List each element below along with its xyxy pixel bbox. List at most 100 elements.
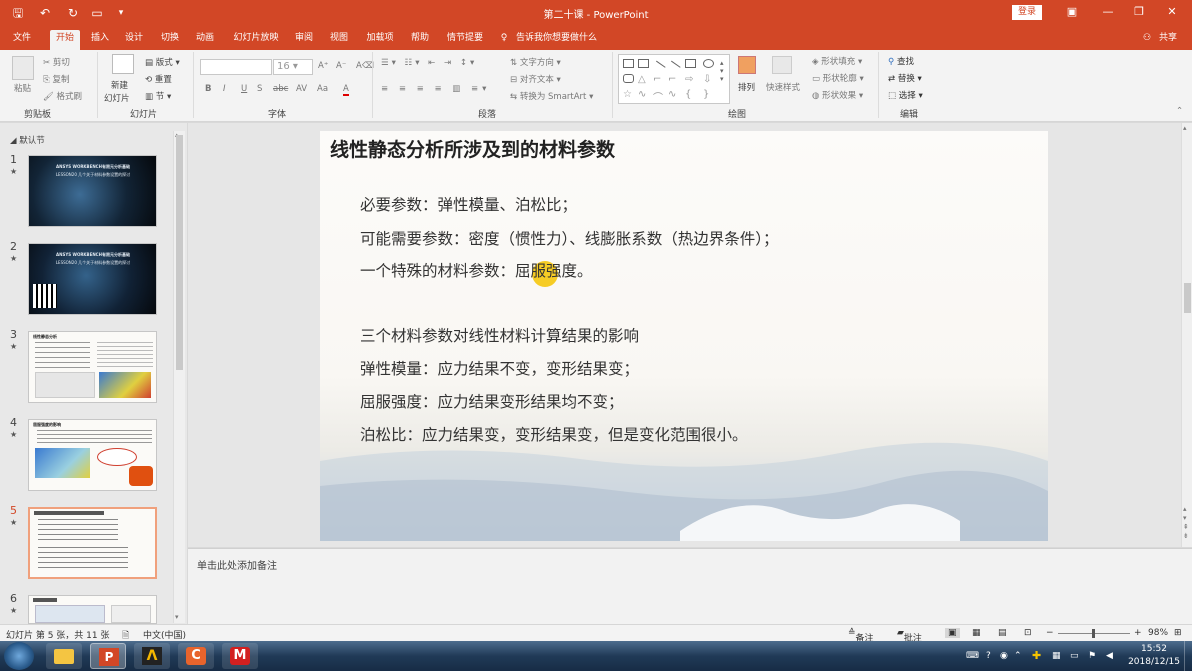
tab-animations[interactable]: 动画 [191,30,219,50]
share-button[interactable]: 共享 [1156,30,1180,50]
vertical-textbox-shape-icon[interactable] [638,59,649,68]
close-icon[interactable]: ✕ [1160,3,1184,21]
scroll-up-icon[interactable]: ▴ [1183,124,1187,132]
align-buttons[interactable]: ≡ ≡ ≡ ≡ ▥ ≡▾ [381,84,490,94]
line-shape-icon[interactable] [651,60,666,75]
slide-thumbnail-4[interactable]: 屈服强度的影响 [28,419,157,491]
login-button[interactable]: 登录 [1012,5,1042,20]
reading-view-icon[interactable]: ▤ [998,628,1007,638]
notes-pane[interactable]: 单击此处添加备注 [188,548,1192,624]
font-color-button[interactable]: A [343,84,349,96]
oval-shape-icon[interactable] [703,59,714,68]
format-painter-button[interactable]: 🖌 格式刷 [43,90,82,102]
new-slide-icon[interactable] [112,54,134,74]
slide-text-line[interactable]: 弹性模量：应力结果不变，变形结果变； [360,357,639,379]
tab-storyboarding[interactable]: 情节提要 [442,30,488,50]
textbox-shape-icon[interactable] [623,59,634,68]
change-case-button[interactable]: Aa [317,84,328,94]
tray-security-icon[interactable]: ✚ [1032,649,1041,662]
tab-design[interactable]: 设计 [120,30,148,50]
scrollbar-thumb[interactable] [1184,283,1191,313]
tab-file[interactable]: 文件 [8,30,36,50]
slideshow-view-icon[interactable]: ⊡ [1024,628,1032,638]
shadow-button[interactable]: S [257,84,262,94]
start-button-icon[interactable] [4,642,34,670]
find-button[interactable]: ⚲ 查找 [888,55,914,67]
triangle-shape-icon[interactable]: △ [638,74,649,85]
shape-fill-button[interactable]: ◈ 形状填充 ▾ [812,55,862,67]
text-direction-button[interactable]: ⇅ 文字方向 ▾ [510,56,561,68]
quick-styles-icon[interactable] [772,56,792,74]
tray-help-icon[interactable]: ? [986,651,991,661]
scrollbar-thumb[interactable] [176,135,183,370]
slide-thumbnail-5-selected[interactable] [28,507,157,579]
arrow-down-shape-icon[interactable]: ⇩ [703,74,714,85]
convert-smartart-button[interactable]: ⇆ 转换为 SmartArt ▾ [510,90,593,102]
shapes-gallery[interactable]: △ ⌐ ⌐ ⇨ ⇩ ☆ ∿ ⌒ ∿ { } ▴ ▾ ▾ [618,54,730,104]
italic-button[interactable]: I [223,84,226,94]
slide-text-line[interactable]: 可能需要参数：密度（惯性力）、线膨胀系数（热边界条件）； [360,227,779,249]
notes-placeholder[interactable]: 单击此处添加备注 [197,557,277,572]
cut-button[interactable]: ✂ 剪切 [43,56,70,68]
taskbar-ansys[interactable]: Λ [134,643,170,669]
clock-date[interactable]: 2018/12/15 [1124,657,1184,667]
tray-network-icon[interactable]: ▦ [1052,651,1061,661]
rectangle-shape-icon[interactable] [685,59,696,68]
slide-thumbnail-3[interactable]: 线性静态分析 [28,331,157,403]
slide-text-line[interactable]: 必要参数：弹性模量、泊松比； [360,193,577,215]
section-button[interactable]: ▥ 节 ▾ [145,90,171,102]
shrink-font-icon[interactable]: A⁻ [336,61,346,71]
shape-effects-button[interactable]: ◍ 形状效果 ▾ [812,89,863,101]
slide-sorter-icon[interactable]: ▦ [972,628,981,638]
tray-expand-icon[interactable]: ⌃ [1014,651,1022,661]
slide-title[interactable]: 线性静态分析所涉及到的材料参数 [330,135,615,162]
tab-transitions[interactable]: 切换 [156,30,184,50]
normal-view-icon[interactable]: ▣ [945,628,960,638]
tray-keyboard-icon[interactable]: ⌨ [966,651,979,661]
select-button[interactable]: ⬚ 选择 ▾ [888,89,923,101]
editor-scrollbar[interactable]: ▴ ▴ ▾ ⇞ ⇟ [1181,123,1192,547]
grow-font-icon[interactable]: A⁺ [318,61,328,71]
strikethrough-button[interactable]: abc [273,84,288,94]
taskbar-mail[interactable]: M [222,643,258,669]
brace-right-shape-icon[interactable]: } [703,89,714,100]
align-text-button[interactable]: ⊟ 对齐文本 ▾ [510,73,561,85]
arrow-shape-icon[interactable] [666,60,681,75]
slide-thumbnail-6[interactable] [28,595,157,624]
slide-text-line[interactable]: 泊松比：应力结果变，变形结果变，但是变化范围很小。 [360,423,748,445]
tray-flag-icon[interactable]: ⚑ [1088,651,1096,661]
copy-button[interactable]: ⎘ 复制 [43,73,70,85]
minimize-icon[interactable]: — [1096,3,1120,21]
tab-review[interactable]: 审阅 [290,30,318,50]
maximize-icon[interactable]: ❐ [1127,3,1151,21]
brace-left-shape-icon[interactable]: { [685,89,696,100]
tab-home[interactable]: 开始 [50,30,80,50]
tab-insert[interactable]: 插入 [86,30,114,50]
slide-text-line[interactable]: 一个特殊的材料参数：屈服强度。 [360,259,593,281]
elbow-arrow-icon[interactable]: ⌐ [668,74,679,85]
zoom-level[interactable]: 98% [1148,628,1168,638]
wave-shape-icon[interactable]: ∿ [668,89,679,100]
layout-button[interactable]: ▤ 版式 ▾ [145,56,180,68]
language-indicator[interactable]: 中文(中国) [143,628,186,641]
taskbar-camtasia[interactable]: C [178,643,214,669]
thumbnail-scrollbar[interactable]: ▴ ▾ [173,131,185,623]
fit-slide-icon[interactable]: ⊞ [1174,628,1182,638]
tab-view[interactable]: 视图 [325,30,353,50]
list-buttons[interactable]: ☰▾ ☷▾ ⇤ ⇥ ↕▾ [381,58,477,68]
tab-addins[interactable]: 加载项 [362,30,398,50]
tell-me-box[interactable]: 告诉我你想要做什么 [516,30,608,50]
ribbon-display-options-icon[interactable]: ▣ [1060,3,1084,21]
zoom-out-button[interactable]: − [1046,628,1054,638]
reset-button[interactable]: ⟲ 重置 [145,73,172,85]
arrow-right-shape-icon[interactable]: ⇨ [685,74,696,85]
tray-volume-icon[interactable]: ◀ [1106,651,1113,661]
slide-thumbnail-1[interactable]: ANSYS WORKBENCH有限元分析基础 LESSON20 几个关于材料参数… [28,155,157,227]
char-spacing-button[interactable]: AV [296,84,307,94]
tray-display-icon[interactable]: ▭ [1070,651,1079,661]
curve-shape-icon[interactable]: ∿ [638,89,649,100]
star-shape-icon[interactable]: ☆ [623,89,634,100]
underline-button[interactable]: U [241,84,247,94]
gallery-scroll-icon[interactable]: ▴ ▾ ▾ [720,59,724,83]
paste-icon[interactable] [12,56,34,80]
